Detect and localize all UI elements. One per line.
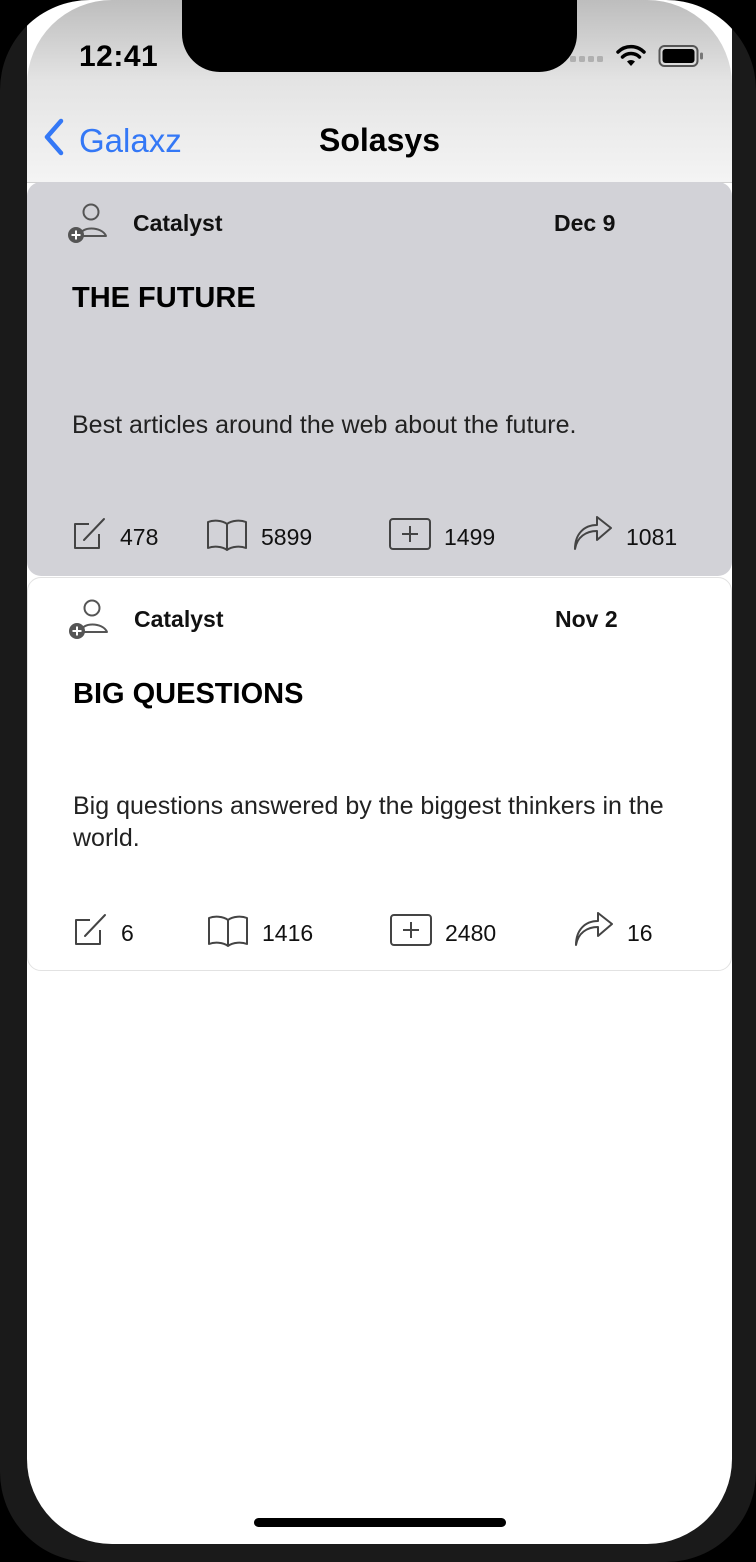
- add-count: 1499: [444, 523, 496, 550]
- share-arrow-icon: [572, 516, 614, 558]
- plus-square-icon: [388, 516, 432, 558]
- share-stat[interactable]: 16: [573, 912, 653, 954]
- notch: [182, 0, 577, 72]
- collection-card[interactable]: Catalyst Nov 2 BIG QUESTIONS Big questio…: [27, 577, 732, 971]
- card-date: Dec 9: [554, 210, 616, 236]
- collection-card[interactable]: Catalyst Dec 9 THE FUTURE Best articles …: [27, 182, 732, 576]
- read-stat[interactable]: 5899: [205, 516, 312, 558]
- home-indicator[interactable]: [254, 1518, 506, 1527]
- status-time: 12:41: [79, 40, 159, 73]
- card-author: Catalyst: [134, 606, 224, 632]
- page-title: Solasys: [319, 122, 440, 158]
- read-stat[interactable]: 1416: [206, 912, 313, 954]
- card-date: Nov 2: [555, 606, 618, 632]
- edit-icon: [73, 912, 109, 954]
- battery-icon: [658, 44, 704, 73]
- plus-square-icon: [389, 912, 433, 954]
- edit-icon: [72, 516, 108, 558]
- add-person-icon[interactable]: [65, 200, 111, 251]
- screen: 12:41 Galaxz Solasys Catalyst Dec 9 THE …: [27, 0, 732, 1544]
- share-arrow-icon: [573, 912, 615, 954]
- edit-stat[interactable]: 478: [72, 516, 158, 558]
- card-author: Catalyst: [133, 210, 223, 236]
- device-frame: 12:41 Galaxz Solasys Catalyst Dec 9 THE …: [0, 0, 756, 1562]
- edit-stat[interactable]: 6: [73, 912, 134, 954]
- share-count: 16: [627, 919, 653, 946]
- wifi-icon: [616, 44, 646, 73]
- read-count: 5899: [261, 523, 313, 550]
- share-count: 1081: [626, 523, 678, 550]
- add-count: 2480: [445, 919, 497, 946]
- status-icons: [570, 44, 704, 73]
- card-title: BIG QUESTIONS: [73, 678, 304, 710]
- cellular-signal-icon: [570, 50, 604, 68]
- navigation-bar: Galaxz Solasys: [27, 100, 732, 182]
- edit-count: 6: [121, 919, 134, 946]
- add-stat[interactable]: 2480: [389, 912, 496, 954]
- add-stat[interactable]: 1499: [388, 516, 495, 558]
- share-stat[interactable]: 1081: [572, 516, 677, 558]
- card-description: Big questions answered by the biggest th…: [73, 792, 664, 852]
- book-icon: [206, 912, 250, 954]
- add-person-icon[interactable]: [66, 596, 112, 647]
- card-description: Best articles around the web about the f…: [72, 411, 577, 439]
- book-icon: [205, 516, 249, 558]
- card-title: THE FUTURE: [72, 282, 256, 314]
- edit-count: 478: [120, 523, 159, 550]
- read-count: 1416: [262, 919, 314, 946]
